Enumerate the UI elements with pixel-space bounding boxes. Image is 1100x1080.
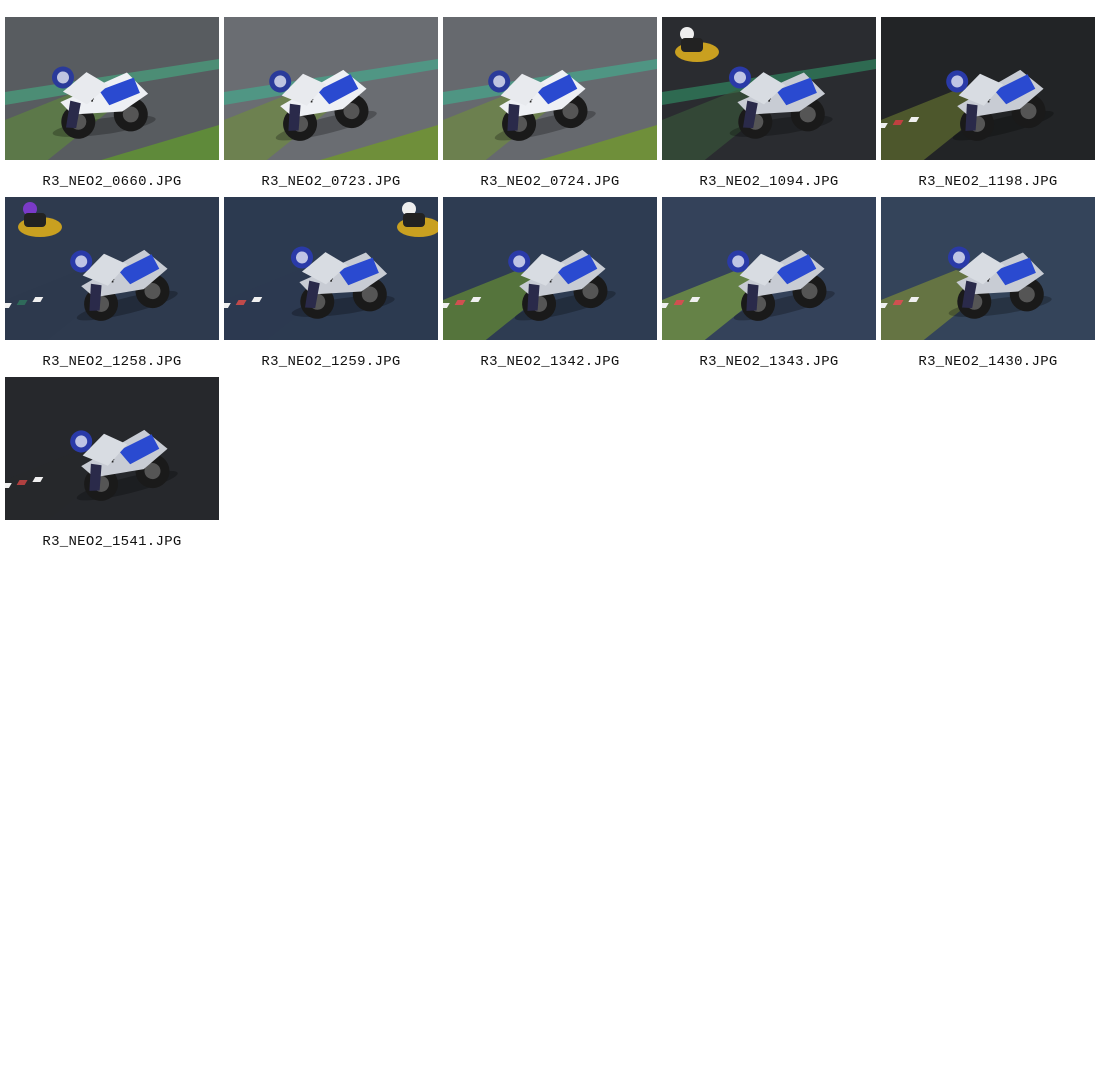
thumbnail-image[interactable]: 4	[443, 17, 657, 160]
thumbnail-filename[interactable]: R3_NEO2_1430.JPG	[918, 354, 1057, 370]
motorcycle-photo: 4	[5, 197, 219, 340]
motorcycle-photo: 4	[5, 377, 219, 520]
motorcycle-photo: 4	[662, 17, 876, 160]
thumbnail-filename[interactable]: R3_NEO2_1343.JPG	[699, 354, 838, 370]
motorcycle-photo: 4	[881, 197, 1095, 340]
motorcycle-photo: 4	[443, 17, 657, 160]
gallery-item[interactable]: 4 R3_NEO2_1343.JPG	[662, 197, 876, 377]
thumbnail-image[interactable]: 4	[881, 17, 1095, 160]
thumbnail-image[interactable]: 4	[881, 197, 1095, 340]
thumbnail-filename[interactable]: R3_NEO2_0724.JPG	[480, 174, 619, 190]
gallery-item[interactable]: 4 R3_NEO2_0724.JPG	[443, 17, 657, 197]
thumbnail-filename[interactable]: R3_NEO2_1259.JPG	[261, 354, 400, 370]
gallery-item[interactable]: 4 R3_NEO2_1094.JPG	[662, 17, 876, 197]
motorcycle-photo: 4	[881, 17, 1095, 160]
gallery-item[interactable]: 4 R3_NEO2_0660.JPG	[5, 17, 219, 197]
thumbnail-filename[interactable]: R3_NEO2_1342.JPG	[480, 354, 619, 370]
photo-gallery: 4 R3_NEO2_0660.JPG 4	[5, 17, 1100, 557]
thumbnail-filename[interactable]: R3_NEO2_1258.JPG	[42, 354, 181, 370]
thumbnail-image[interactable]: 4	[224, 17, 438, 160]
gallery-item[interactable]: 4 R3_NEO2_1541.JPG	[5, 377, 219, 557]
thumbnail-image[interactable]: 4	[443, 197, 657, 340]
gallery-item[interactable]: 4 R3_NEO2_1430.JPG	[881, 197, 1095, 377]
gallery-item[interactable]: 4 R3_NEO2_1198.JPG	[881, 17, 1095, 197]
gallery-item[interactable]: 4 R3_NEO2_1259.JPG	[224, 197, 438, 377]
thumbnail-image[interactable]: 4	[224, 197, 438, 340]
motorcycle-photo: 4	[662, 197, 876, 340]
thumbnail-filename[interactable]: R3_NEO2_1541.JPG	[42, 534, 181, 550]
motorcycle-photo: 4	[224, 197, 438, 340]
gallery-item[interactable]: 4 R3_NEO2_0723.JPG	[224, 17, 438, 197]
gallery-item[interactable]: 4 R3_NEO2_1342.JPG	[443, 197, 657, 377]
thumbnail-image[interactable]: 4	[662, 197, 876, 340]
thumbnail-filename[interactable]: R3_NEO2_1094.JPG	[699, 174, 838, 190]
thumbnail-image[interactable]: 4	[5, 377, 219, 520]
thumbnail-image[interactable]: 4	[5, 197, 219, 340]
motorcycle-photo: 4	[443, 197, 657, 340]
motorcycle-photo: 4	[224, 17, 438, 160]
motorcycle-photo: 4	[5, 17, 219, 160]
thumbnail-filename[interactable]: R3_NEO2_1198.JPG	[918, 174, 1057, 190]
thumbnail-filename[interactable]: R3_NEO2_0660.JPG	[42, 174, 181, 190]
gallery-row: 4 R3_NEO2_1541.JPG	[5, 377, 1100, 557]
gallery-item[interactable]: 4 R3_NEO2_1258.JPG	[5, 197, 219, 377]
gallery-row: 4 R3_NEO2_0660.JPG 4	[5, 17, 1100, 197]
gallery-row: 4 R3_NEO2_1258.JPG	[5, 197, 1100, 377]
thumbnail-image[interactable]: 4	[662, 17, 876, 160]
thumbnail-image[interactable]: 4	[5, 17, 219, 160]
thumbnail-filename[interactable]: R3_NEO2_0723.JPG	[261, 174, 400, 190]
